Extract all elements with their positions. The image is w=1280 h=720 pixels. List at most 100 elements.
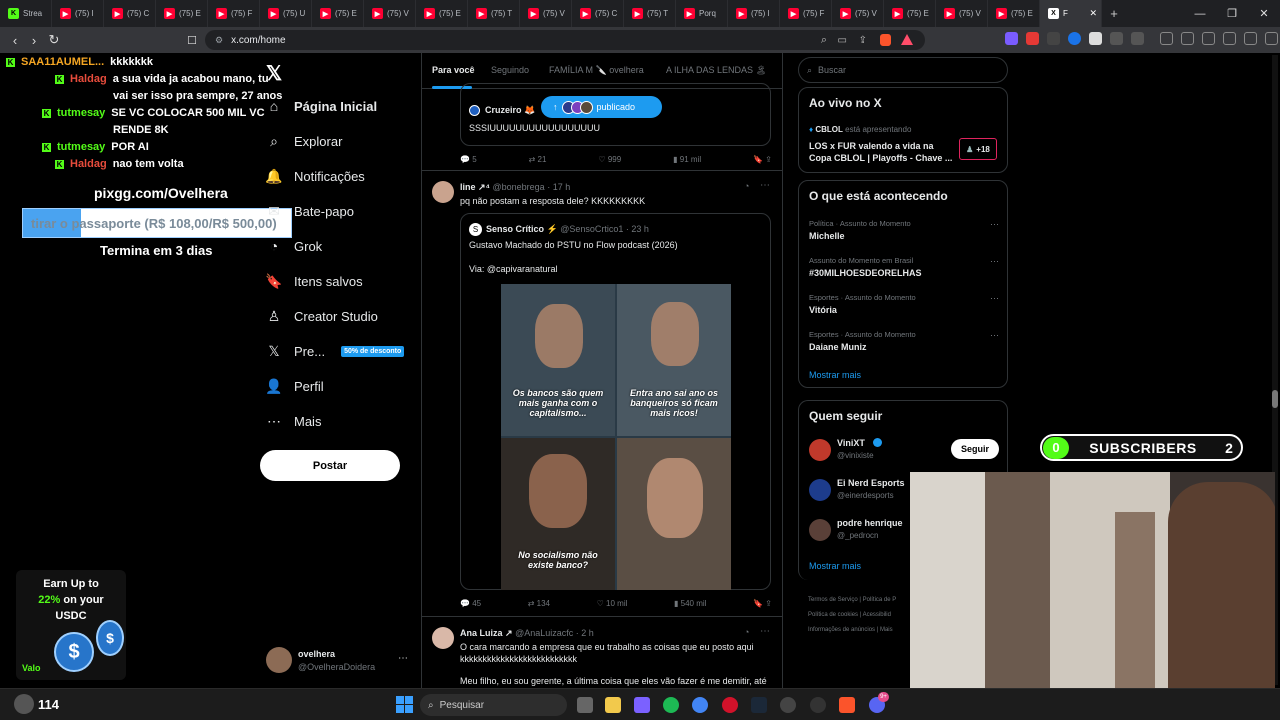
browser-tab[interactable]: ▶ (75) E	[988, 0, 1040, 27]
more-icon[interactable]: ⋯	[760, 180, 770, 191]
browser-tab[interactable]: ▶ (75) V	[832, 0, 884, 27]
follow-show-more[interactable]: Mostrar mais	[809, 561, 861, 571]
x-logo-icon[interactable]: 𝕏	[266, 61, 282, 86]
tab-familia[interactable]: FAMÍLIA M 🔪 ovelhera	[549, 65, 644, 76]
nav-item[interactable]: ◔ Grok	[266, 238, 322, 254]
browser-tab[interactable]: ▶ (75) C	[104, 0, 156, 27]
browser-tab[interactable]: ▶ Porq	[676, 0, 728, 27]
share-icon[interactable]: ⇪	[859, 35, 867, 46]
reply-button[interactable]: 💬 5	[460, 155, 477, 164]
trends-show-more[interactable]: Mostrar mais	[809, 370, 861, 380]
nav-item[interactable]: 𝕏 Pre... 50% de desconto	[266, 343, 405, 359]
avatar[interactable]	[809, 519, 831, 541]
browser-tab[interactable]: ▶ (75) V	[520, 0, 572, 27]
file-explorer-icon[interactable]	[605, 697, 621, 713]
post-analuiza[interactable]: Ana Luiza ↗ @AnaLuizacfc · 2 h ◔ ⋯ O car…	[422, 617, 782, 688]
bookmark-page-icon[interactable]: ☐	[182, 30, 202, 50]
nav-item[interactable]: ⋯ Mais	[266, 413, 321, 429]
post-cruzeiro[interactable]: Cruzeiro 🦊 SSSIUUUUUUUUUUUUUUUUU ↑ publi…	[422, 83, 782, 171]
puzzle-icon[interactable]	[1110, 32, 1123, 45]
new-tab-button[interactable]: +	[1102, 6, 1126, 21]
sidebar-icon[interactable]	[1181, 32, 1194, 45]
obs-icon[interactable]	[810, 697, 826, 713]
trend-item[interactable]: Esportes · Assunto do Momento Vitória ⋯	[809, 293, 999, 315]
brave-rewards-icon[interactable]	[901, 34, 913, 45]
browser-tab[interactable]: ▶ (75) T	[624, 0, 676, 27]
repost-button[interactable]: ⇄ 21	[529, 155, 547, 164]
account-avatar[interactable]	[266, 647, 292, 673]
music-icon[interactable]	[1160, 32, 1173, 45]
browser-tab[interactable]: ▶ (75) F	[780, 0, 832, 27]
browser-tab[interactable]: ▶ (75) T	[468, 0, 520, 27]
browser-tab[interactable]: ▶ (75) V	[936, 0, 988, 27]
live-listeners[interactable]: ♟ +18	[959, 138, 997, 160]
live-host[interactable]: ♦ CBLOL está apresentando	[809, 125, 911, 134]
browser-tab[interactable]: ▶ (75) E	[312, 0, 364, 27]
nav-item[interactable]: ⌂ Página Inicial	[266, 98, 377, 114]
scrollbar-thumb[interactable]	[1272, 390, 1278, 408]
avatar[interactable]	[432, 181, 454, 203]
nav-item[interactable]: ✉ Bate-papo	[266, 203, 354, 219]
tab-para-voce[interactable]: Para você	[432, 65, 475, 75]
windows-start-icon[interactable]	[396, 696, 413, 713]
extension-icon[interactable]	[1068, 32, 1081, 45]
bookmark-button[interactable]: 🔖 ⇪	[753, 599, 772, 608]
quoted-post[interactable]: S Senso Crítico ⚡ @SensoCrtico1 · 23 h G…	[460, 213, 771, 590]
opera-icon[interactable]	[722, 697, 738, 713]
more-icon[interactable]: ⋯	[990, 293, 999, 304]
chat-username[interactable]: SAA11AUMEL...	[21, 56, 104, 68]
brave-icon[interactable]	[839, 697, 855, 713]
like-button[interactable]: ♡ 10 mil	[597, 599, 628, 608]
chrome-icon[interactable]	[692, 697, 708, 713]
new-posts-pill[interactable]: ↑ publicado	[541, 96, 662, 118]
footer-link[interactable]: Termos de Serviço	[808, 597, 858, 603]
menu-icon[interactable]	[1265, 32, 1278, 45]
chat-username[interactable]: tutmesay	[57, 107, 105, 119]
browser-tab[interactable]: ▶ (75) I	[728, 0, 780, 27]
brave-shield-icon[interactable]	[880, 34, 891, 46]
avatar[interactable]	[432, 627, 454, 649]
grok-icon[interactable]: ◔	[744, 181, 749, 191]
footer-link[interactable]: Política de cookies	[808, 612, 858, 618]
views-button[interactable]: ▮ 91 mil	[673, 155, 701, 164]
browser-tab[interactable]: ▶ (75) E	[416, 0, 468, 27]
footer-link[interactable]: Mais	[880, 627, 893, 633]
extension-icon[interactable]	[1047, 32, 1060, 45]
maximize-icon[interactable]: ❐	[1216, 0, 1248, 27]
footer-link[interactable]: Acessibilid	[863, 612, 891, 618]
repost-button[interactable]: ⇄ 134	[528, 599, 550, 608]
more-icon[interactable]: ⋯	[990, 330, 999, 341]
taskbar-search[interactable]: ⌕ Pesquisar	[420, 694, 567, 716]
tab-seguindo[interactable]: Seguindo	[491, 65, 529, 75]
cast-icon[interactable]: ▭	[838, 35, 847, 46]
trend-item[interactable]: Política · Assunto do Momento Michelle ⋯	[809, 219, 999, 241]
avatar[interactable]	[809, 439, 831, 461]
nav-item[interactable]: ♙ Creator Studio	[266, 308, 378, 324]
browser-tab[interactable]: K Strea	[0, 0, 52, 27]
close-tab-icon[interactable]: ✕	[1089, 8, 1097, 19]
like-button[interactable]: ♡ 999	[598, 155, 621, 164]
trend-item[interactable]: Esportes · Assunto do Momento Daiane Muni…	[809, 330, 999, 352]
tab-ilha-das-lendas[interactable]: A ILHA DAS LENDAS 🏝	[666, 65, 767, 76]
post-button[interactable]: Postar	[260, 450, 400, 481]
reload-icon[interactable]: ↻	[44, 30, 64, 50]
nav-item[interactable]: ⌕ Explorar	[266, 133, 342, 149]
nav-item[interactable]: 🔔 Notificações	[265, 168, 365, 184]
task-view-icon[interactable]	[577, 697, 593, 713]
browser-tab[interactable]: ▶ (75) U	[260, 0, 312, 27]
meme-image[interactable]: Os bancos são quem mais ganha com o capi…	[501, 284, 731, 590]
search-box[interactable]: ⌕ Buscar	[798, 57, 1008, 83]
usdc-ad[interactable]: Earn Up to 22% on your USDC $ $ Valo	[16, 570, 126, 680]
account-more-icon[interactable]: ⋯	[398, 653, 408, 664]
live-text[interactable]: LOS x FUR valendo a vida na Copa CBLOL |…	[809, 140, 954, 164]
browser-tab[interactable]: ▶ (75) I	[52, 0, 104, 27]
more-icon[interactable]: ⋯	[990, 219, 999, 230]
extension-icon[interactable]	[1131, 32, 1144, 45]
nav-item[interactable]: 🔖 Itens salvos	[265, 273, 362, 289]
browser-tab[interactable]: X F ✕	[1040, 0, 1102, 27]
vpn-icon[interactable]	[1244, 32, 1257, 45]
more-icon[interactable]: ⋯	[990, 256, 999, 267]
extension-icon[interactable]	[1026, 32, 1039, 45]
browser-tab[interactable]: ▶ (75) F	[208, 0, 260, 27]
app-icon[interactable]	[780, 697, 796, 713]
